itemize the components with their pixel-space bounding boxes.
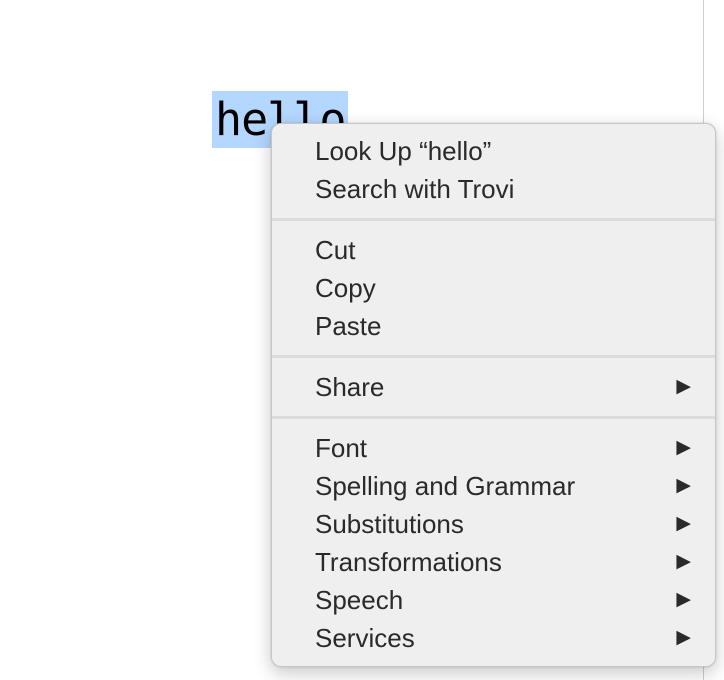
- menu-item-look-up[interactable]: Look Up “hello”: [272, 132, 715, 170]
- menu-item-label: Services: [315, 623, 415, 653]
- menu-item-transformations[interactable]: Transformations ▶: [272, 543, 715, 581]
- menu-item-label: Share: [315, 372, 385, 402]
- menu-item-label: Substitutions: [315, 509, 464, 539]
- menu-item-spelling-and-grammar[interactable]: Spelling and Grammar ▶: [272, 467, 715, 505]
- menu-item-label: Font: [315, 433, 368, 463]
- menu-item-label: Look Up “hello”: [315, 136, 492, 166]
- submenu-arrow-icon: ▶: [676, 475, 691, 496]
- menu-item-label: Search with Trovi: [315, 174, 515, 204]
- menu-item-search-with-trovi[interactable]: Search with Trovi: [272, 170, 715, 208]
- menu-separator: [272, 218, 715, 221]
- submenu-arrow-icon: ▶: [676, 437, 691, 458]
- menu-item-share[interactable]: Share ▶: [272, 368, 715, 406]
- menu-item-label: Speech: [315, 585, 404, 615]
- menu-item-label: Transformations: [315, 547, 502, 577]
- menu-separator: [272, 355, 715, 358]
- menu-item-font[interactable]: Font ▶: [272, 429, 715, 467]
- menu-item-services[interactable]: Services ▶: [272, 619, 715, 657]
- submenu-arrow-icon: ▶: [676, 589, 691, 610]
- menu-item-label: Copy: [315, 273, 376, 303]
- menu-item-cut[interactable]: Cut: [272, 231, 715, 269]
- menu-item-copy[interactable]: Copy: [272, 269, 715, 307]
- menu-item-paste[interactable]: Paste: [272, 307, 715, 345]
- submenu-arrow-icon: ▶: [676, 376, 691, 397]
- menu-item-speech[interactable]: Speech ▶: [272, 581, 715, 619]
- menu-item-label: Cut: [315, 235, 356, 265]
- context-menu: Look Up “hello” Search with Trovi Cut Co…: [271, 123, 716, 667]
- menu-item-label: Spelling and Grammar: [315, 471, 576, 501]
- menu-item-substitutions[interactable]: Substitutions ▶: [272, 505, 715, 543]
- submenu-arrow-icon: ▶: [676, 627, 691, 648]
- menu-item-label: Paste: [315, 311, 382, 341]
- submenu-arrow-icon: ▶: [676, 551, 691, 572]
- submenu-arrow-icon: ▶: [676, 513, 691, 534]
- menu-separator: [272, 416, 715, 419]
